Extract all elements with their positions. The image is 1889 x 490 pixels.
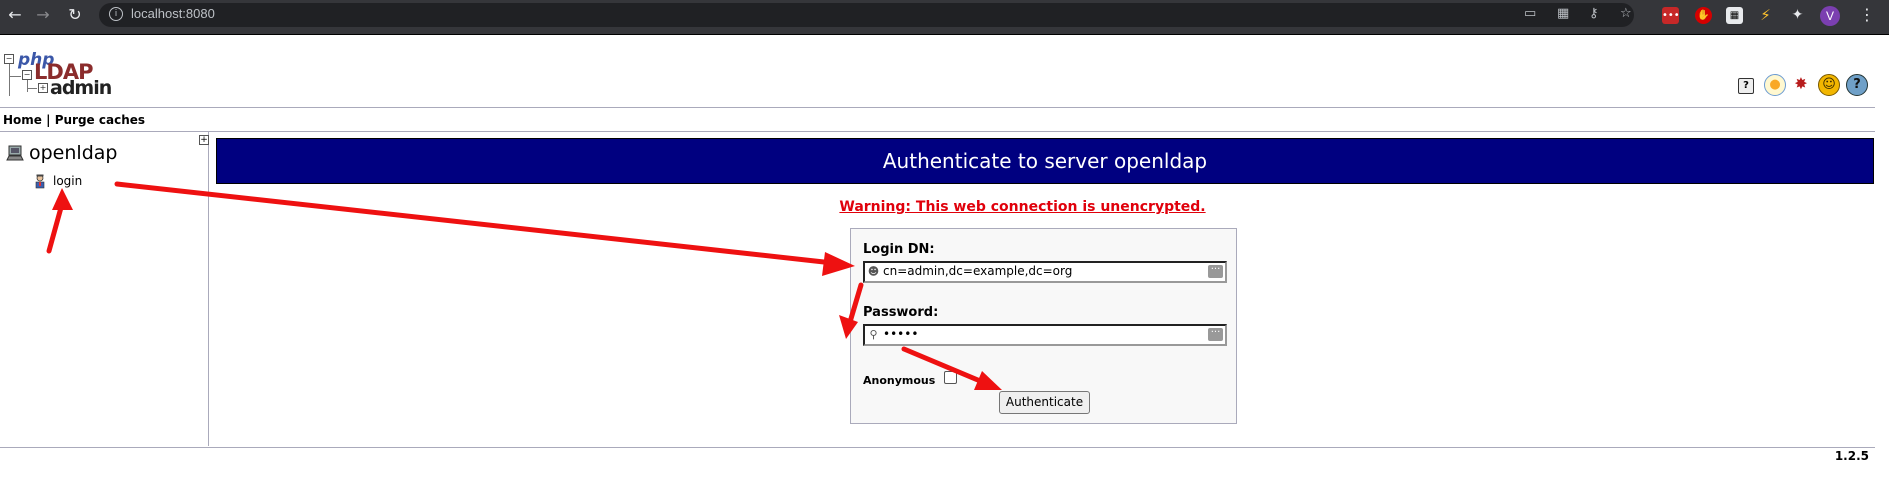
info-icon[interactable]: i <box>109 7 123 21</box>
phpldapadmin-logo: − − + php LDAP admin <box>4 50 114 100</box>
idea-icon[interactable]: ● <box>1764 74 1786 96</box>
unencrypted-warning: Warning: This web connection is unencryp… <box>0 196 1889 215</box>
top-menu: Home | Purge caches <box>3 113 145 127</box>
home-link[interactable]: Home <box>3 113 42 127</box>
purge-caches-link[interactable]: Purge caches <box>55 113 145 127</box>
forward-icon[interactable]: → <box>28 0 58 30</box>
key-search-icon: ⚲ <box>869 328 878 341</box>
browser-toolbar: ← → ↻ i localhost:8080 ▭ ▦ ⚷ ☆ ••• ✋ ▦ ⚡… <box>0 0 1889 35</box>
lastpass-ext-icon[interactable]: ••• <box>1662 7 1680 24</box>
login-dn-value[interactable]: cn=admin,dc=example,dc=org <box>883 264 1072 278</box>
tree-line <box>9 76 21 77</box>
page-title: Authenticate to server openldap <box>216 138 1874 184</box>
dn-picker-icon[interactable]: ··· <box>1208 265 1223 278</box>
password-picker-icon[interactable]: ··· <box>1208 328 1223 341</box>
password-field[interactable]: ⚲ ••••• ··· <box>863 324 1227 346</box>
smiley-icon[interactable]: ☺ <box>1818 74 1840 96</box>
password-label: Password: <box>863 305 939 320</box>
login-dn-field[interactable]: ☻ cn=admin,dc=example,dc=org ··· <box>863 261 1227 283</box>
tree-minus-icon: − <box>22 70 32 80</box>
login-form: Login DN: ☻ cn=admin,dc=example,dc=org ·… <box>850 228 1237 424</box>
server-tree: + openldap login <box>0 132 209 446</box>
back-icon[interactable]: ← <box>0 0 30 30</box>
anonymous-label: Anonymous <box>863 374 936 387</box>
address-bar[interactable]: i localhost:8080 ▭ ▦ ⚷ ☆ <box>99 3 1634 27</box>
ublock-ext-icon[interactable]: ✋ <box>1695 7 1712 24</box>
puzzle-ext-icon[interactable]: ✦ <box>1789 7 1806 24</box>
server-icon <box>6 145 24 161</box>
bug-icon[interactable]: ✸ <box>1791 74 1811 94</box>
tree-line <box>27 88 37 89</box>
tree-login-link[interactable]: login <box>53 174 82 188</box>
anonymous-checkbox[interactable] <box>944 371 957 384</box>
menu-divider <box>0 131 1875 132</box>
star-icon[interactable]: ☆ <box>1620 6 1632 21</box>
tree-line <box>27 80 28 92</box>
password-value[interactable]: ••••• <box>883 327 918 341</box>
user-icon: ☻ <box>867 265 880 278</box>
url-text[interactable]: localhost:8080 <box>131 6 215 21</box>
key-icon[interactable]: ⚷ <box>1589 6 1599 21</box>
menu-separator: | <box>46 113 51 127</box>
bolt-ext-icon[interactable]: ⚡ <box>1757 7 1774 24</box>
header-divider <box>0 107 1875 108</box>
kebab-menu-icon[interactable]: ⋮ <box>1852 0 1882 30</box>
profile-avatar[interactable]: V <box>1820 6 1840 26</box>
qr-ext-icon[interactable]: ▦ <box>1726 7 1743 24</box>
help-icon[interactable]: ? <box>1738 78 1754 94</box>
authenticate-button[interactable]: Authenticate <box>999 391 1090 414</box>
server-name[interactable]: openldap <box>29 142 117 164</box>
cast-icon[interactable]: ▭ <box>1524 6 1536 21</box>
login-dn-label: Login DN: <box>863 242 935 257</box>
tree-plus-icon: + <box>38 83 48 93</box>
logo-admin: admin <box>50 77 112 99</box>
footer-divider <box>0 447 1875 448</box>
tree-minus-icon: − <box>4 54 14 64</box>
expand-tree-icon[interactable]: + <box>199 135 209 145</box>
tree-line <box>9 64 10 96</box>
warning-text[interactable]: Warning: This web connection is unencryp… <box>839 199 1205 215</box>
reload-icon[interactable]: ↻ <box>60 0 90 30</box>
login-person-icon <box>35 174 45 189</box>
version-label: 1.2.5 <box>1834 449 1869 463</box>
donate-icon[interactable]: ? <box>1846 74 1868 96</box>
qr-icon[interactable]: ▦ <box>1557 6 1569 21</box>
